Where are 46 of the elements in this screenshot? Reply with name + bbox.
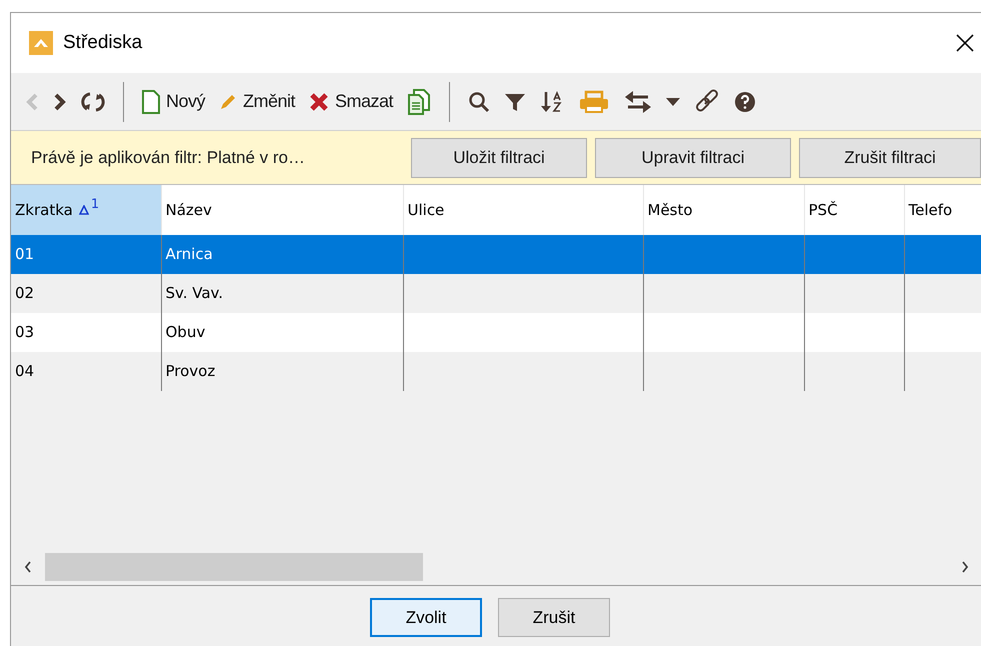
scroll-right-icon[interactable] [961,561,969,573]
scroll-left-icon[interactable] [24,561,32,573]
document-icon [142,90,160,114]
scrollbar-thumb[interactable] [45,553,423,581]
filter-message: Právě je aplikován filtr: Platné v ro… [31,146,306,169]
close-icon[interactable] [955,33,975,53]
table-cell: 03 [15,323,34,342]
table-cell: Arnica [166,245,213,264]
forward-icon[interactable] [53,92,67,112]
table-cell: Sv. Vav. [166,284,224,302]
table-cell: 04 [15,362,34,380]
sort-ascending-icon [78,204,89,215]
filter-button[interactable]: Zrušit filtraci [799,138,981,178]
filter-button[interactable]: Upravit filtraci [595,138,791,178]
app-logo-icon [29,31,53,55]
sort-priority: 1 [90,197,100,212]
column-header[interactable]: Název [161,185,403,235]
column-header[interactable]: Ulice [403,185,643,235]
table-cell: Provoz [166,362,216,380]
delete-icon [309,92,330,112]
column-header[interactable]: PSČ [804,185,904,235]
table-cell: Obuv [166,323,206,342]
help-icon[interactable] [734,90,756,112]
table-row[interactable]: 01 Arnica [11,235,981,274]
window-title: Střediska [63,30,142,55]
table-cell: 01 [15,245,34,264]
arrows-icon[interactable] [624,90,652,112]
sort-icon[interactable] [540,90,564,114]
caret-icon[interactable] [666,96,680,106]
table-row[interactable]: 04 Provoz [11,352,981,391]
refresh-icon[interactable] [81,90,105,112]
table-row[interactable]: 02 Sv. Vav. [11,274,981,313]
link-icon[interactable] [694,88,720,114]
table-row[interactable]: 03 Obuv [11,313,981,352]
column-header[interactable]: Telefo [904,185,981,235]
filter-button[interactable]: Uložit filtraci [411,138,587,178]
pencil-icon [219,92,238,110]
copy-icon[interactable] [407,88,432,116]
column-header[interactable]: Město [643,185,804,235]
table-cell: 02 [15,284,34,302]
toolbar-button[interactable]: Nový [136,82,212,122]
toolbar-button[interactable]: Změnit [213,82,302,122]
dialog-button[interactable]: Zrušit [498,598,610,637]
toolbar-button[interactable]: Smazat [303,82,400,122]
search-icon[interactable] [468,90,490,112]
dialog-button[interactable]: Zvolit [370,598,482,637]
